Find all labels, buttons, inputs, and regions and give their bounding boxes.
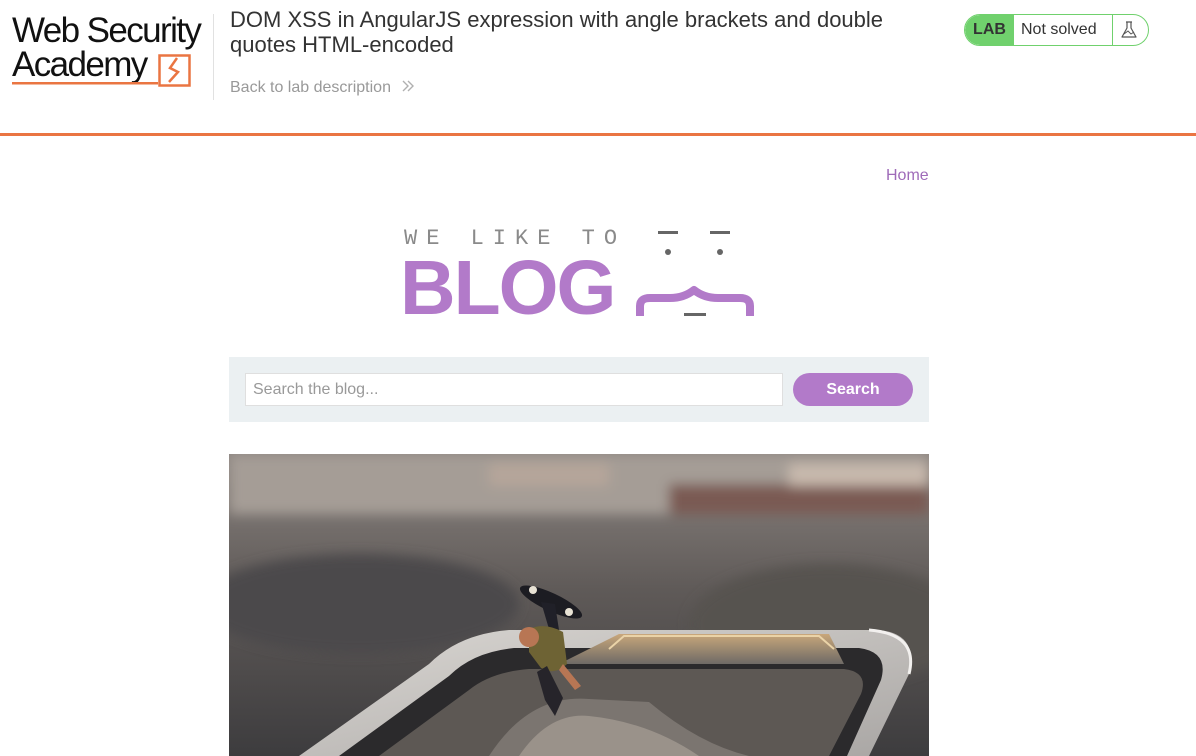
curly-brace-face-icon xyxy=(636,231,754,316)
lab-status-widget: LAB Not solved xyxy=(964,14,1149,46)
search-input[interactable] xyxy=(245,373,783,406)
blog-banner: WE LIKE TO BLOG xyxy=(400,226,760,331)
banner-title: BLOG xyxy=(400,245,616,331)
home-link[interactable]: Home xyxy=(886,167,929,185)
logo-underline-icon xyxy=(12,82,158,85)
academy-logo[interactable]: Web Security Academy xyxy=(10,10,210,90)
blog-post-image[interactable] xyxy=(229,454,929,756)
lab-status-text: Not solved xyxy=(1021,21,1097,38)
lab-title: DOM XSS in AngularJS expression with ang… xyxy=(230,7,884,57)
search-panel: Search xyxy=(229,357,929,422)
flask-icon xyxy=(1121,21,1137,38)
logo-mark-icon xyxy=(158,54,191,87)
header-accent-rule xyxy=(0,133,1196,136)
search-button[interactable]: Search xyxy=(793,373,913,406)
header-divider xyxy=(213,14,214,100)
back-link-label: Back to lab description xyxy=(230,79,391,96)
lab-badge: LAB xyxy=(965,15,1014,45)
lab-status-separator xyxy=(1112,15,1113,45)
academy-header: Web Security Academy DOM XSS in AngularJ… xyxy=(0,0,1196,136)
logo-text-line2: Academy xyxy=(12,45,148,84)
page: Web Security Academy DOM XSS in AngularJ… xyxy=(0,0,1196,756)
back-to-lab-description-link[interactable]: Back to lab description xyxy=(230,79,415,97)
logo-text-line1: Web Security xyxy=(12,11,202,50)
chevron-right-double-icon xyxy=(402,80,415,92)
